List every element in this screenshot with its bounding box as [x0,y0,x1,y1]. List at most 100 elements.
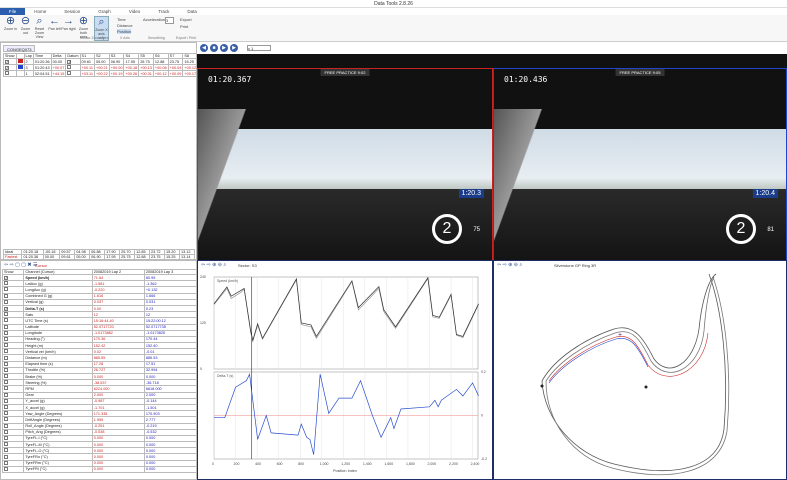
chart-svg[interactable]: Speed (km/h) 0 120 240 Delta-T (s) -0.2 0 0.2 0 2… [198,269,492,479]
zoom-both-icon: ⊕ [78,15,89,27]
sector-cell: +00.31 [138,70,154,77]
lap-color-swatch[interactable] [17,65,23,69]
show-cell[interactable] [1,465,25,474]
lap-row[interactable]: 1 02:04.51 +44.15 +03.11 +00.22 +00.19 +00.26 +… [3,70,213,77]
show-cell[interactable] [3,70,17,77]
acceleration-stepper[interactable]: 3 [165,17,174,24]
lap-time: 1:20.4 [752,189,778,198]
tab-home[interactable]: Home [25,8,55,15]
channel-checkbox[interactable] [4,324,8,329]
play-button[interactable]: ▶ [220,44,228,52]
column-header[interactable]: Datum [65,53,81,59]
column-header[interactable]: Show [3,53,17,59]
laps-table: ShowLapTimeDeltaDatumS1S2S3S4S5S6S7S8S9✓… [3,53,213,77]
zoom-in-button[interactable]: ⊕ Zoom in [3,16,18,32]
video-left[interactable]: FREE PRACTICE 9:02 01:20.367 1:20.3 2 75 [197,68,493,264]
track-outline-inner [545,276,730,476]
channel-checkbox[interactable]: ✓ [4,275,8,280]
channel-checkbox[interactable] [4,448,8,453]
chart-panel: ⇦ ⇨ ⊕ ⊖ ⌕ Sector: S3 Speed (km/h) 0 120 240… [197,260,493,480]
rewind-button[interactable]: ◀ [200,44,208,52]
channel-toolbar-icons[interactable]: ⇦ ⇨ ▢ ▢ ✖ ☰ [4,262,37,268]
channel-checkbox[interactable] [4,429,8,434]
channel-checkbox[interactable] [4,318,8,323]
channel-name: TyreFRi (°C) [23,465,93,474]
stop-button[interactable]: ■ [210,44,218,52]
channel-checkbox[interactable] [4,349,8,354]
channel-checkbox[interactable] [4,423,8,428]
tab-graph[interactable]: Graph [89,8,120,15]
tab-session[interactable]: Session [55,8,89,15]
channel-checkbox[interactable] [4,367,8,372]
channel-checkbox[interactable] [4,299,8,304]
channel-checkbox[interactable] [4,435,8,440]
lap-color-swatch[interactable] [17,59,23,63]
forward-button[interactable]: ▶ [230,44,238,52]
y-tick-label: -0.2 [481,457,487,461]
show-checkbox[interactable]: ✓ [5,65,9,70]
channel-checkbox[interactable] [4,343,8,348]
color-cell[interactable] [15,70,25,77]
tab-file[interactable]: File [0,8,26,15]
channel-checkbox[interactable] [4,281,8,286]
playback-speed-select[interactable]: x 1 [247,45,271,51]
channel-checkbox[interactable] [4,417,8,422]
tab-video[interactable]: Video [120,8,149,15]
time-cell: 02:04.51 [32,70,52,77]
speed-display: 81 [767,227,774,233]
channel-checkbox[interactable] [4,466,8,471]
show-checkbox[interactable]: ✓ [5,59,9,64]
video-right[interactable]: FREE PRACTICE 9:05 01:20.436 1:20.4 2 81 [493,68,787,264]
sector-cell: 25.75 [119,254,136,260]
channel-row[interactable]: TyreFRi (°C) 0.000 0.000 [1,465,196,474]
sector-cell: 06.90 [89,254,106,260]
datum-checkbox[interactable]: ✓ [67,59,72,64]
channel-checkbox[interactable] [4,380,8,385]
channel-checkbox[interactable] [4,293,8,298]
channel-checkbox[interactable] [4,411,8,416]
map-toolbar-icons[interactable]: ⇦ ⇨ ⊕ ⊖ ⌕ [497,262,522,268]
track-map[interactable]: + [494,269,786,479]
channel-checkbox[interactable] [4,355,8,360]
datum-checkbox[interactable] [67,71,72,75]
channel-checkbox[interactable] [4,330,8,335]
datum-checkbox[interactable] [67,65,72,69]
channel-checkbox[interactable] [4,392,8,397]
document-tab[interactable]: CONGEQ073 [3,45,36,52]
sector-cell: +00.17 [182,70,199,77]
map-title: Silverstone GP Ring 3R [554,263,597,268]
channel-checkbox[interactable] [4,361,8,366]
datum-cell[interactable] [65,70,81,77]
x-tick-label: 600 [277,462,283,466]
x-tick-label: 0 [212,462,214,466]
reset-zoom-button[interactable]: ⌕ Reset Zoom View [32,16,47,40]
channel-checkbox[interactable] [4,442,8,447]
tab-data[interactable]: Data [178,8,206,15]
xaxis-time[interactable]: Time [117,17,126,22]
xaxis-position[interactable]: Position [117,29,132,34]
channel-checkbox[interactable] [4,374,8,379]
lap-3-line [548,337,649,384]
arrow-left-button[interactable]: ← Pan left [47,16,62,32]
channel-checkbox[interactable] [4,460,8,465]
channel-checkbox[interactable]: ✓ [4,306,8,311]
export-button[interactable]: Export [180,17,192,22]
lap-color-swatch[interactable] [17,71,23,75]
tab-track[interactable]: Track [149,8,178,15]
channel-checkbox[interactable] [4,312,8,317]
chart-toolbar-icons[interactable]: ⇦ ⇨ ⊕ ⊖ ⌕ [201,262,226,268]
arrow-right-button[interactable]: → Pan right [61,16,76,32]
channel-checkbox[interactable] [4,405,8,410]
sector-cell: +00.12 [152,70,169,77]
group-label: X Axis [120,36,130,40]
zoom-out-button[interactable]: ⊖ Zoom out [18,16,33,36]
channel-checkbox[interactable] [4,454,8,459]
print-button[interactable]: Print [180,24,188,29]
show-checkbox[interactable] [5,71,9,75]
channel-checkbox[interactable] [4,336,8,341]
channel-checkbox[interactable] [4,386,8,391]
channel-checkbox[interactable] [4,287,8,292]
channel-checkbox[interactable] [4,398,8,403]
video-panel: ◀ ■ ▶ ▶ x 1 FREE PRACTICE 9:02 01:20.367… [197,42,787,264]
xaxis-distance[interactable]: Distance [117,23,133,28]
